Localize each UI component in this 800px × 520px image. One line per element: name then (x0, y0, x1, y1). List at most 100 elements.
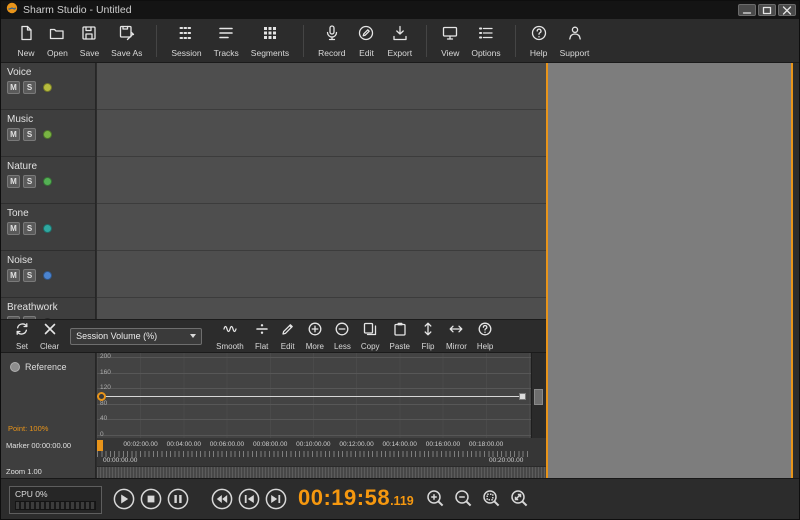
track-lane-nature[interactable] (97, 157, 546, 204)
play-button[interactable] (113, 488, 135, 510)
timeline-lanes (97, 63, 546, 319)
copy-button[interactable]: Copy (356, 321, 385, 351)
track-header-noise[interactable]: Noise M S (1, 251, 95, 298)
next-button[interactable] (265, 488, 287, 510)
gridline (97, 373, 531, 374)
cpu-meter-bar (15, 501, 96, 510)
save-button[interactable]: Save (74, 24, 105, 58)
paste-button[interactable]: Paste (385, 321, 415, 351)
reference-radio-icon[interactable] (10, 362, 20, 372)
clear-button-label: Clear (40, 342, 59, 351)
zoom-selection-button[interactable] (481, 488, 503, 510)
export-button[interactable]: Export (381, 24, 418, 58)
envelope-line[interactable] (97, 396, 525, 397)
help-question-icon (477, 321, 493, 342)
track-lane-tone[interactable] (97, 204, 546, 251)
track-lane-voice[interactable] (97, 63, 546, 110)
flat-button[interactable]: Flat (249, 321, 275, 351)
flat-button-label: Flat (255, 342, 268, 351)
track-header-tone[interactable]: Tone M S (1, 204, 95, 251)
zoom-scrollbar[interactable] (97, 466, 546, 478)
tick-label: 00:10:00.00 (292, 441, 335, 448)
envelope-edit-button[interactable]: Edit (275, 321, 301, 351)
track-lane-noise[interactable] (97, 251, 546, 298)
minimize-button[interactable] (738, 4, 756, 16)
open-folder-icon (48, 24, 66, 47)
edit-pencil-icon (357, 24, 375, 47)
save-as-button[interactable]: Save As (105, 24, 148, 58)
zoom-out-button[interactable] (453, 488, 475, 510)
envelope-select[interactable]: Session Volume (%) (70, 328, 202, 345)
tick-label: 00:14:00.00 (378, 441, 421, 448)
solo-button[interactable]: S (23, 128, 36, 141)
toolbar-separator (303, 25, 304, 57)
mute-button[interactable]: M (7, 222, 20, 235)
track-color-dot (43, 271, 52, 280)
scrollbar-thumb[interactable] (534, 389, 543, 405)
smooth-button[interactable]: Smooth (211, 321, 249, 351)
time-ruler[interactable]: 00:02:00.00 00:04:00.00 00:06:00.00 00:0… (97, 438, 546, 466)
tick-label: 00:06:00.00 (205, 441, 248, 448)
view-button[interactable]: View (435, 24, 465, 58)
track-lane-breathwork[interactable] (97, 298, 546, 319)
tracks-button[interactable]: Tracks (208, 24, 245, 58)
microphone-icon (323, 24, 341, 47)
envelope-point-handle[interactable] (97, 392, 106, 401)
segments-grid-icon (261, 24, 279, 47)
record-button[interactable]: Record (312, 24, 351, 58)
time-display: 00:19:58 .119 (298, 485, 414, 511)
maximize-button[interactable] (758, 4, 776, 16)
track-header-music[interactable]: Music M S (1, 110, 95, 157)
scale-label: 80 (100, 400, 107, 407)
envelope-help-button[interactable]: Help (472, 321, 498, 351)
envelope-end-handle[interactable] (519, 393, 526, 400)
mute-button[interactable]: M (7, 175, 20, 188)
set-button[interactable]: Set (9, 321, 35, 351)
close-button[interactable] (778, 4, 796, 16)
envelope-graph[interactable]: 200 160 120 80 40 0 (97, 353, 531, 438)
track-lane-music[interactable] (97, 110, 546, 157)
solo-button[interactable]: S (23, 269, 36, 282)
pause-button[interactable] (167, 488, 189, 510)
mute-button[interactable]: M (7, 81, 20, 94)
session-grid-icon (177, 24, 195, 47)
vertical-splitter[interactable] (546, 63, 548, 478)
less-button[interactable]: Less (329, 321, 356, 351)
mute-button[interactable]: M (7, 269, 20, 282)
options-button[interactable]: Options (465, 24, 506, 58)
mirror-button[interactable]: Mirror (441, 321, 472, 351)
tick-marks (97, 451, 530, 457)
export-arrow-icon (391, 24, 409, 47)
window-title: Sharm Studio - Untitled (23, 4, 132, 16)
flat-line-icon (254, 321, 270, 342)
solo-button[interactable]: S (23, 175, 36, 188)
zoom-fit-button[interactable] (509, 488, 531, 510)
scale-label: 200 (100, 353, 111, 360)
solo-button[interactable]: S (23, 222, 36, 235)
track-header-nature[interactable]: Nature M S (1, 157, 95, 204)
mute-button[interactable]: M (7, 128, 20, 141)
support-button-label: Support (560, 48, 590, 58)
clear-button[interactable]: Clear (35, 321, 64, 351)
segments-button[interactable]: Segments (245, 24, 295, 58)
envelope-vertical-scrollbar[interactable] (531, 353, 544, 438)
zoom-in-button[interactable] (425, 488, 447, 510)
support-button[interactable]: Support (554, 24, 596, 58)
track-header-breathwork[interactable]: Breathwork M S (1, 298, 95, 319)
flip-button[interactable]: Flip (415, 321, 441, 351)
panel-edge-highlight (791, 63, 793, 478)
smooth-button-label: Smooth (216, 342, 244, 351)
rewind-button[interactable] (211, 488, 233, 510)
solo-button[interactable]: S (23, 81, 36, 94)
more-button[interactable]: More (301, 321, 329, 351)
stop-button[interactable] (140, 488, 162, 510)
new-button[interactable]: New (11, 24, 41, 58)
previous-button[interactable] (238, 488, 260, 510)
session-button[interactable]: Session (165, 24, 207, 58)
mirror-button-label: Mirror (446, 342, 467, 351)
right-panel (548, 63, 791, 478)
edit-button[interactable]: Edit (351, 24, 381, 58)
track-header-voice[interactable]: Voice M S (1, 63, 95, 110)
help-button[interactable]: Help (524, 24, 554, 58)
open-button[interactable]: Open (41, 24, 74, 58)
